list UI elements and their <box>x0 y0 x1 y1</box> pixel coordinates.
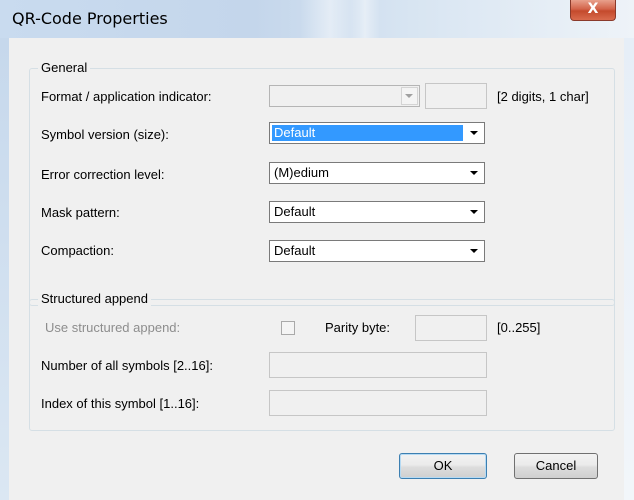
ok-button[interactable]: OK <box>399 453 487 479</box>
symbol-index-field[interactable] <box>269 390 487 416</box>
compaction-select[interactable]: Default <box>269 240 485 262</box>
mask-pattern-label: Mask pattern: <box>41 205 120 220</box>
format-indicator-field[interactable] <box>425 83 487 109</box>
dialog-client: General Format / application indicator: … <box>9 38 624 500</box>
close-icon: X <box>587 1 599 17</box>
chevron-down-icon[interactable] <box>465 203 483 221</box>
title-bar-glare <box>350 0 380 38</box>
symbol-version-label: Symbol version (size): <box>41 127 169 142</box>
symbol-index-label: Index of this symbol [1..16]: <box>41 396 200 411</box>
mask-pattern-select[interactable]: Default <box>269 201 485 223</box>
symbol-version-select[interactable]: Default <box>269 122 485 144</box>
chevron-down-icon[interactable] <box>465 124 483 142</box>
error-correction-select[interactable]: (M)edium <box>269 162 485 184</box>
chevron-down-icon[interactable] <box>465 242 483 260</box>
window-frame-left <box>0 38 9 500</box>
structured-append-legend: Structured append <box>38 291 151 306</box>
parity-range-hint: [0..255] <box>497 320 541 335</box>
use-structured-append-checkbox[interactable] <box>281 321 295 335</box>
format-combo[interactable] <box>269 85 420 107</box>
symbol-version-value: Default <box>272 125 463 141</box>
compaction-label: Compaction: <box>41 243 114 258</box>
window-title: QR-Code Properties <box>12 9 168 28</box>
chevron-down-icon[interactable] <box>401 87 418 105</box>
format-label: Format / application indicator: <box>41 89 212 104</box>
error-correction-label: Error correction level: <box>41 167 165 182</box>
close-button[interactable]: X <box>570 0 616 21</box>
use-structured-append-label: Use structured append: <box>45 320 181 335</box>
general-group-legend: General <box>38 60 91 75</box>
error-correction-value: (M)edium <box>274 165 329 180</box>
number-of-symbols-label: Number of all symbols [2..16]: <box>41 358 213 373</box>
parity-byte-field[interactable] <box>415 315 487 341</box>
window-frame-right <box>624 38 634 500</box>
compaction-value: Default <box>274 243 316 258</box>
format-hint: [2 digits, 1 char] <box>497 89 589 104</box>
parity-byte-label: Parity byte: <box>325 320 391 335</box>
cancel-button[interactable]: Cancel <box>514 453 598 479</box>
format-combo-value <box>272 88 398 104</box>
mask-pattern-value: Default <box>274 204 316 219</box>
number-of-symbols-field[interactable] <box>269 352 487 378</box>
chevron-down-icon[interactable] <box>465 164 483 182</box>
title-bar: QR-Code Properties X <box>0 0 634 38</box>
